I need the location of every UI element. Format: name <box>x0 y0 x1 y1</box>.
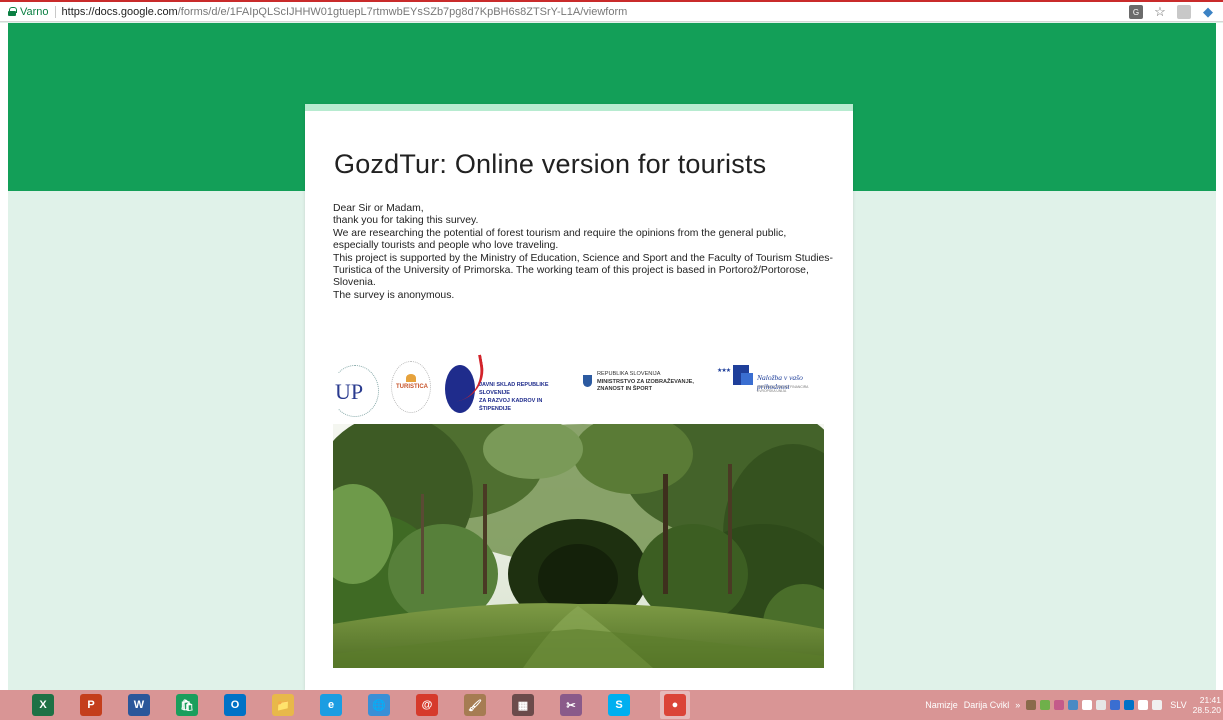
globe-glyph: 🌐 <box>368 694 390 716</box>
up-logo-letters: UP <box>335 379 364 404</box>
system-clock[interactable]: 21:41 28.5.20 <box>1193 695 1221 715</box>
internet-explorer-icon[interactable]: e <box>320 694 342 716</box>
jskrs-logo: JAVNI SKLAD REPUBLIKE SLOVENIJE ZA RAZVO… <box>445 354 573 419</box>
ministry-logo-text: REPUBLIKA SLOVENIJA MINISTRSTVO ZA IZOBR… <box>597 371 694 394</box>
form-title: GozdTur: Online version for tourists <box>334 149 767 179</box>
forest-path-image <box>333 424 824 668</box>
mail-icon[interactable] <box>1096 700 1107 710</box>
desktop-toolbar-label[interactable]: Namizje <box>925 700 958 710</box>
language-indicator[interactable]: SLV <box>1170 700 1186 710</box>
eu-investment-logo: ★★★ Naložba v vašo prihodnost OPERACIJO … <box>717 361 829 405</box>
browser-address-bar[interactable]: Varno https://docs.google.com/forms/d/e/… <box>0 0 1223 22</box>
ministry-line-3: ZNANOST IN ŠPORT <box>597 386 653 392</box>
word-icon[interactable]: W <box>128 694 150 716</box>
form-description: Dear Sir or Madam, thank you for taking … <box>333 203 833 302</box>
file-explorer-icon[interactable]: 📁 <box>272 694 294 716</box>
tray-app-icon[interactable] <box>1054 700 1065 710</box>
chrome-icon[interactable]: ● <box>660 691 690 719</box>
eu-stars-icon: ★★★ <box>717 368 731 374</box>
address-separator <box>54 5 56 18</box>
media-app-glyph: ▦ <box>512 694 534 716</box>
university-of-primorska-logo: UP <box>331 361 383 417</box>
description-line: The survey is anonymous. <box>333 289 455 301</box>
slovenia-crest-icon <box>583 375 592 387</box>
windows-taskbar: Namizje Darija Cvikl » SLV 21:41 28.5.20… <box>0 690 1223 720</box>
store-glyph: 🛍 <box>176 694 198 716</box>
eu-flag-square <box>741 373 753 385</box>
skype-glyph: S <box>608 694 630 716</box>
extension-icon[interactable] <box>1177 5 1191 19</box>
jskrs-line-2: ZA RAZVOJ KADROV IN ŠTIPENDIJE <box>479 398 543 412</box>
clock-date: 28.5.20 <box>1192 705 1221 715</box>
jskrs-line-1: JAVNI SKLAD REPUBLIKE SLOVENIJE <box>479 382 549 396</box>
url-path[interactable]: /forms/d/e/1FAIpQLScIJHHW01gtuepL7rtmwbE… <box>178 6 628 18</box>
tray-icons <box>1026 700 1163 710</box>
ministry-line-2: MINISTRSTVO ZA IZOBRAŽEVANJE, <box>597 378 694 385</box>
snipping-tool-icon[interactable]: ✂ <box>560 694 582 716</box>
outlook-glyph: O <box>224 694 246 716</box>
paint-app-icon[interactable]: 🖌 <box>464 694 486 716</box>
tray-app-icon[interactable] <box>1040 700 1051 710</box>
toolbar-overflow-icon[interactable]: » <box>1015 700 1020 710</box>
word-glyph: W <box>128 694 150 716</box>
powerpoint-glyph: P <box>80 694 102 716</box>
chrome-glyph: ● <box>664 694 686 716</box>
powerpoint-icon[interactable]: P <box>80 694 102 716</box>
description-line: We are researching the potential of fore… <box>333 227 787 252</box>
red-app-icon[interactable]: @ <box>416 694 438 716</box>
turistica-logo-mark <box>406 374 416 382</box>
bookmark-star-icon[interactable]: ☆ <box>1153 4 1167 19</box>
user-folder-toolbar[interactable]: Darija Cvikl <box>964 700 1010 710</box>
sponsor-logos: UP TURISTICA JAVNI SKLAD REPUBLIKE SLOVE… <box>331 354 831 421</box>
turistica-logo-text: TURISTICA <box>396 384 428 390</box>
outlook-tray-icon[interactable] <box>1124 700 1135 710</box>
flag-icon[interactable] <box>1138 700 1149 710</box>
ministry-line-1: REPUBLIKA SLOVENIJA <box>597 371 661 377</box>
tray-app-icon[interactable] <box>1026 700 1037 710</box>
form-card: GozdTur: Online version for tourists Dea… <box>305 104 853 690</box>
system-tray: Namizje Darija Cvikl » SLV 21:41 28.5.20 <box>925 690 1223 720</box>
eu-logo-subtext: OPERACIJO DELNO FINANCIRA EVROPSKA UNIJA <box>757 385 809 393</box>
clock-time: 21:41 <box>1199 695 1221 705</box>
excel-icon[interactable]: X <box>32 694 54 716</box>
ministry-logo: REPUBLIKA SLOVENIJA MINISTRSTVO ZA IZOBR… <box>583 371 703 407</box>
tray-app-icon[interactable] <box>1068 700 1079 710</box>
file-explorer-glyph: 📁 <box>272 694 294 716</box>
forest-path-illustration <box>333 424 824 668</box>
extension-diamond-icon[interactable]: ◆ <box>1201 4 1215 19</box>
red-app-glyph: @ <box>416 694 438 716</box>
window-frame-left <box>0 23 8 690</box>
globe-icon[interactable]: 🌐 <box>368 694 390 716</box>
signal-icon[interactable] <box>1152 700 1163 710</box>
turistica-logo: TURISTICA <box>391 361 431 413</box>
lock-icon <box>8 7 17 16</box>
description-line: thank you for taking this survey. <box>333 215 479 227</box>
browser-toolbar-icons: G ☆ ◆ <box>1129 4 1215 19</box>
snipping-tool-glyph: ✂ <box>560 694 582 716</box>
translate-icon[interactable]: G <box>1129 5 1143 19</box>
jskrs-logo-text: JAVNI SKLAD REPUBLIKE SLOVENIJE ZA RAZVO… <box>479 381 573 413</box>
window-frame-right <box>1216 23 1223 690</box>
internet-explorer-glyph: e <box>320 694 342 716</box>
media-app-icon[interactable]: ▦ <box>512 694 534 716</box>
network-icon[interactable] <box>1110 700 1121 710</box>
store-icon[interactable]: 🛍 <box>176 694 198 716</box>
description-line: This project is supported by the Ministr… <box>333 252 833 289</box>
secure-label: Varno <box>20 5 49 18</box>
skype-icon[interactable]: S <box>608 694 630 716</box>
outlook-icon[interactable]: O <box>224 694 246 716</box>
description-line: Dear Sir or Madam, <box>333 203 424 214</box>
volume-icon[interactable] <box>1082 700 1093 710</box>
excel-glyph: X <box>32 694 54 716</box>
url-host[interactable]: https://docs.google.com <box>62 6 178 18</box>
paint-app-glyph: 🖌 <box>464 694 486 716</box>
